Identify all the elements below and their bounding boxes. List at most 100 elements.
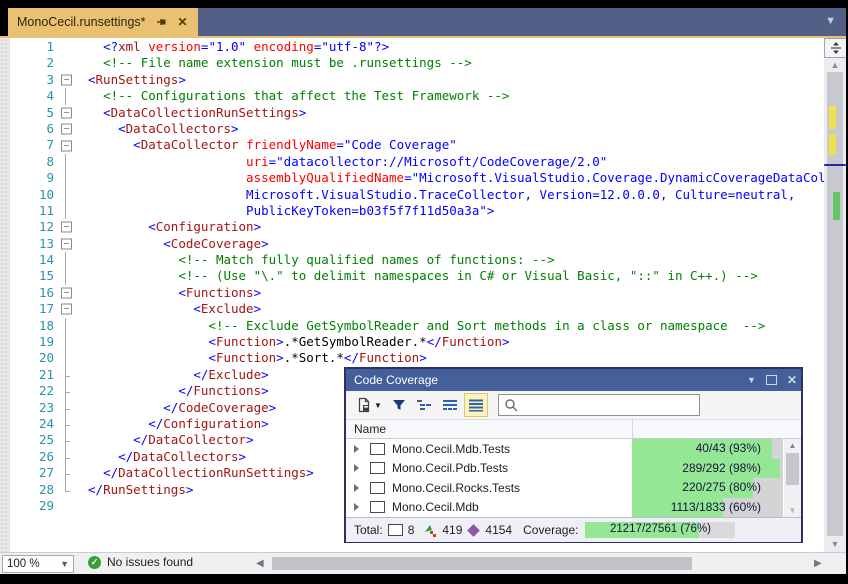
expand-arrow-icon[interactable] <box>354 484 359 492</box>
zoom-select[interactable]: 100 % ▼ <box>2 555 74 573</box>
code-text: </DataCollectors> <box>78 449 246 465</box>
zoom-value: 100 % <box>7 558 40 570</box>
pin-icon[interactable] <box>156 16 168 28</box>
collapse-box-icon[interactable]: – <box>61 107 72 118</box>
code-line-20[interactable]: 20 <Function>.*Sort.*</Function> <box>0 350 824 366</box>
horizontal-scrollbar[interactable] <box>270 555 810 572</box>
modified-unsaved-mark <box>829 134 836 155</box>
document-health-indicator[interactable]: ✓ No issues found <box>88 555 193 569</box>
coverage-row[interactable]: Mono.Cecil.Pdb.Tests289/292 (98%) <box>346 459 801 479</box>
code-text: <!-- Exclude GetSymbolReader and Sort me… <box>78 318 765 334</box>
code-line-11[interactable]: 11 PublicKeyToken=b03f5f7f11d50a3a"> <box>0 203 824 219</box>
view-dashes-button[interactable] <box>438 393 462 417</box>
search-input[interactable] <box>523 396 697 414</box>
expand-arrow-icon[interactable] <box>354 503 359 511</box>
fold-region[interactable]: – <box>54 301 78 317</box>
editor-vertical-scrollbar[interactable]: ▲ ▼ <box>824 38 846 552</box>
expand-arrow-icon[interactable] <box>354 445 359 453</box>
coverage-row[interactable]: Mono.Cecil.Mdb1113/1833 (60%) <box>346 498 801 518</box>
code-line-1[interactable]: 1 <?xml version="1.0" encoding="utf-8"?> <box>0 39 824 55</box>
collapse-box-icon[interactable]: – <box>61 74 72 85</box>
collapse-box-icon[interactable]: – <box>61 222 72 233</box>
window-position-chevron-icon[interactable]: ▼ <box>747 375 756 385</box>
collapse-box-icon[interactable]: – <box>61 140 72 151</box>
grid-header[interactable]: Name <box>346 420 801 439</box>
code-text: <!-- File name extension must be .runset… <box>78 55 472 71</box>
code-line-12[interactable]: 12– <Configuration> <box>0 219 824 235</box>
hscroll-left-arrow-icon[interactable]: ◀ <box>256 558 264 569</box>
document-tab[interactable]: MonoCecil.runsettings* ✕ <box>8 8 198 36</box>
assembly-icon <box>370 501 385 513</box>
coverage-rows: Mono.Cecil.Mdb.Tests40/43 (93%)Mono.Ceci… <box>346 439 801 517</box>
collapse-box-icon[interactable]: – <box>61 288 72 299</box>
code-text: </Functions> <box>78 383 269 399</box>
line-number: 7 <box>0 137 54 153</box>
editor-split-handle[interactable] <box>824 38 846 58</box>
document-list-chevron-icon[interactable]: ▼ <box>825 15 836 27</box>
panel-close-icon[interactable]: ✕ <box>787 373 797 387</box>
fold-region[interactable]: – <box>54 121 78 137</box>
code-line-16[interactable]: 16– <Functions> <box>0 285 824 301</box>
code-line-2[interactable]: 2 <!-- File name extension must be .runs… <box>0 55 824 71</box>
fold-region[interactable]: – <box>54 285 78 301</box>
code-text: uri="datacollector://Microsoft/CodeCover… <box>78 154 607 170</box>
code-line-18[interactable]: 18 <!-- Exclude GetSymbolReader and Sort… <box>0 318 824 334</box>
coverage-row[interactable]: Mono.Cecil.Rocks.Tests220/275 (80%) <box>346 478 801 498</box>
panel-scrollbar[interactable]: ▲ ▼ <box>784 439 801 517</box>
tab-close-icon[interactable]: ✕ <box>178 16 188 28</box>
group-by-button[interactable] <box>412 393 436 417</box>
panel-scroll-down-icon[interactable]: ▼ <box>784 506 801 515</box>
assembly-name: Mono.Cecil.Mdb <box>392 500 479 514</box>
fold-column <box>54 268 78 284</box>
hscroll-right-arrow-icon[interactable]: ▶ <box>814 558 822 569</box>
filter-button[interactable] <box>388 393 410 417</box>
collapse-box-icon[interactable]: – <box>61 124 72 135</box>
maximize-icon[interactable] <box>766 375 777 385</box>
fold-region[interactable]: – <box>54 105 78 121</box>
fold-region[interactable]: – <box>54 219 78 235</box>
code-line-10[interactable]: 10 Microsoft.VisualStudio.TraceCollector… <box>0 187 824 203</box>
code-line-19[interactable]: 19 <Function>.*GetSymbolReader.*</Functi… <box>0 334 824 350</box>
code-line-8[interactable]: 8 uri="datacollector://Microsoft/CodeCov… <box>0 154 824 170</box>
assembly-name: Mono.Cecil.Mdb.Tests <box>392 442 510 456</box>
panel-scroll-thumb[interactable] <box>786 453 799 485</box>
code-line-7[interactable]: 7– <DataCollector friendlyName="Code Cov… <box>0 137 824 153</box>
panel-scroll-up-icon[interactable]: ▲ <box>784 441 801 450</box>
code-line-6[interactable]: 6– <DataCollectors> <box>0 121 824 137</box>
code-line-5[interactable]: 5– <DataCollectionRunSettings> <box>0 105 824 121</box>
code-text: <?xml version="1.0" encoding="utf-8"?> <box>78 39 389 55</box>
code-text: <!-- Configurations that affect the Test… <box>78 88 509 104</box>
code-line-14[interactable]: 14 <!-- Match fully qualified names of f… <box>0 252 824 268</box>
expand-arrow-icon[interactable] <box>354 464 359 472</box>
fold-region[interactable]: – <box>54 137 78 153</box>
line-number: 21 <box>0 367 54 383</box>
fold-column <box>54 187 78 203</box>
assembly-icon <box>388 524 403 536</box>
line-number: 4 <box>0 88 54 104</box>
caret-position-mark <box>824 164 846 166</box>
line-number: 29 <box>0 498 54 514</box>
code-text: </DataCollector> <box>78 432 254 448</box>
panel-title: Code Coverage <box>354 373 438 387</box>
scroll-down-arrow-icon[interactable]: ▼ <box>824 539 846 549</box>
code-line-17[interactable]: 17– <Exclude> <box>0 301 824 317</box>
modified-unsaved-mark <box>829 106 836 129</box>
code-line-13[interactable]: 13– <CodeCoverage> <box>0 236 824 252</box>
hscroll-thumb[interactable] <box>272 557 692 570</box>
coverage-row[interactable]: Mono.Cecil.Mdb.Tests40/43 (93%) <box>346 439 801 459</box>
code-text: assemblyQualifiedName="Microsoft.VisualS… <box>78 170 824 186</box>
fold-region[interactable]: – <box>54 72 78 88</box>
panel-toolbar: ▼ <box>346 391 801 420</box>
view-list-button[interactable] <box>464 393 488 417</box>
collapse-box-icon[interactable]: – <box>61 238 72 249</box>
code-line-9[interactable]: 9 assemblyQualifiedName="Microsoft.Visua… <box>0 170 824 186</box>
collapse-box-icon[interactable]: – <box>61 304 72 315</box>
panel-title-bar[interactable]: Code Coverage ▼ ✕ <box>346 369 801 391</box>
code-line-15[interactable]: 15 <!-- (Use "\." to delimit namespaces … <box>0 268 824 284</box>
code-line-4[interactable]: 4 <!-- Configurations that affect the Te… <box>0 88 824 104</box>
line-number: 14 <box>0 252 54 268</box>
scroll-up-arrow-icon[interactable]: ▲ <box>824 60 846 70</box>
code-line-3[interactable]: 3–<RunSettings> <box>0 72 824 88</box>
fold-region[interactable]: – <box>54 236 78 252</box>
import-export-results-button[interactable]: ▼ <box>352 393 386 417</box>
